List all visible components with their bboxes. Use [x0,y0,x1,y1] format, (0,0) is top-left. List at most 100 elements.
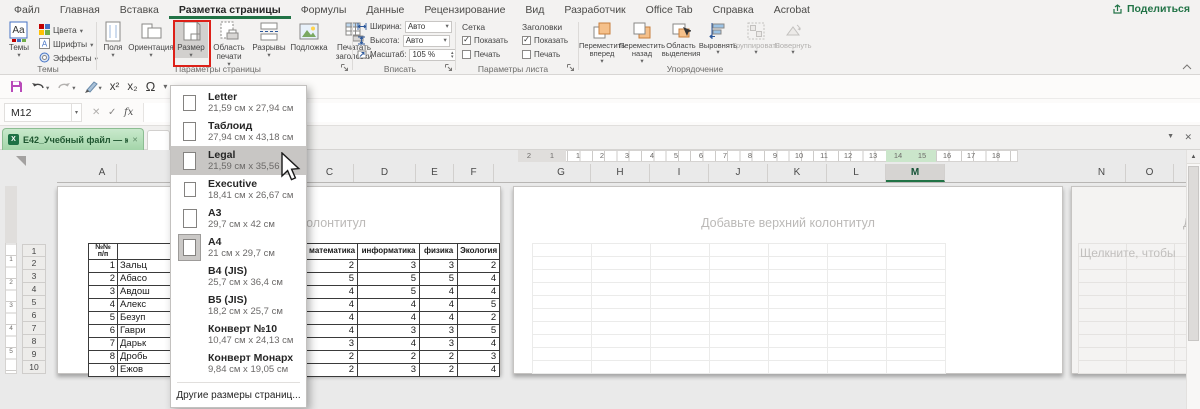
name-box[interactable]: M12 ▾ [4,103,82,122]
column-header[interactable]: C [306,164,354,182]
row-header[interactable]: 10 [22,361,46,374]
corner-header-cell[interactable]: №№п/п [89,244,118,260]
column-header[interactable]: D [354,164,416,182]
tab-formulas[interactable]: Формулы [291,0,357,19]
insert-function-button[interactable]: fx [124,103,133,122]
menu-item-letter[interactable]: Letter21,59 см x 27,94 см [171,88,306,117]
headings-view-checkbox[interactable] [522,36,531,45]
tab-home[interactable]: Главная [50,0,110,19]
empty-grid-page2[interactable] [532,243,946,374]
subject-header-cell[interactable]: Экология [458,244,500,260]
tab-review[interactable]: Рецензирование [414,0,515,19]
row-header[interactable]: 5 [22,296,46,309]
row-header[interactable]: 4 [22,283,46,296]
width-input[interactable]: Авто [405,21,452,33]
column-header[interactable]: G [532,164,591,182]
menu-item-envelope-monarch[interactable]: Конверт Монарх9,84 см x 19,05 см [171,349,306,378]
tab-help[interactable]: Справка [703,0,764,19]
menu-item-tabloid[interactable]: Таблоид27,94 см x 43,18 см [171,117,306,146]
row-header[interactable]: 9 [22,348,46,361]
superscript-button[interactable]: x² [110,81,120,93]
column-header[interactable]: A [88,164,117,182]
select-all-corner[interactable] [16,156,26,166]
margins-button[interactable]: Поля [98,20,128,58]
document-tab[interactable]: X Е42_Учебный файл — копия * [2,128,144,150]
dialog-launcher-icon[interactable] [340,63,349,72]
spinner-icon[interactable]: ▴▾ [451,51,454,59]
menu-item-a3[interactable]: A329,7 см x 42 см [171,204,306,233]
headings-print-checkbox[interactable] [522,50,531,59]
column-header[interactable]: H [591,164,650,182]
tab-office-tab[interactable]: Office Tab [636,0,703,19]
row-header[interactable]: 8 [22,335,46,348]
effects-button[interactable]: Эффекты [39,51,98,64]
close-tab-icon[interactable] [132,136,138,144]
breaks-button[interactable]: Разрывы [250,20,288,58]
close-document-icon[interactable] [1184,132,1192,143]
height-input[interactable]: Авто [403,35,450,47]
collapse-ribbon-icon[interactable] [1182,64,1192,70]
column-header-selected[interactable]: M [886,164,945,182]
column-header[interactable]: O [1126,164,1174,182]
new-tab-stub[interactable] [147,130,170,150]
tab-page-layout[interactable]: Разметка страницы [169,0,291,19]
print-area-button[interactable]: Область печати [208,20,250,67]
orientation-button[interactable]: Ориентация [128,20,174,58]
empty-grid-page3[interactable] [1078,243,1200,374]
header-placeholder-page2[interactable]: Добавьте верхний колонтитул [513,216,1063,230]
enter-button[interactable]: ✓ [108,103,116,122]
tab-list-dropdown-icon[interactable] [1167,133,1174,140]
dialog-launcher-icon[interactable] [444,63,453,72]
scrollbar-thumb[interactable] [1188,166,1199,341]
cancel-button[interactable]: ✕ [92,103,100,122]
align-button[interactable]: Выровнять [700,20,736,55]
row-header[interactable]: 6 [22,309,46,322]
row-header[interactable]: 1 [22,244,46,257]
subject-header-cell[interactable]: физика [420,244,458,260]
row-header[interactable]: 2 [22,257,46,270]
subscript-button[interactable]: x₂ [127,81,137,93]
more-paper-sizes-item[interactable]: Другие размеры страниц... [171,386,306,405]
bring-forward-button[interactable]: Переместить вперед [582,20,622,64]
undo-button[interactable] [31,81,49,93]
share-button[interactable]: Поделиться [1112,3,1190,15]
background-button[interactable]: Подложка [288,20,330,53]
fonts-button[interactable]: АШрифты [39,37,98,50]
row-header[interactable]: 7 [22,322,46,335]
scroll-up-icon[interactable]: ▲ [1187,150,1200,164]
column-header[interactable]: J [709,164,768,182]
dialog-launcher-icon[interactable] [566,63,575,72]
subject-header-cell[interactable]: математика [307,244,358,260]
tab-insert[interactable]: Вставка [110,0,169,19]
colors-button[interactable]: Цвета [39,23,98,36]
themes-button[interactable]: Aa Темы [3,20,35,58]
menu-item-a4-selected[interactable]: A421 см x 29,7 см [171,233,306,262]
tab-file[interactable]: Файл [4,0,50,19]
scale-input[interactable]: 105 %▴▾ [409,49,456,61]
customize-qat-button[interactable]: ▾ [163,82,167,91]
tab-data[interactable]: Данные [356,0,414,19]
tab-acrobat[interactable]: Acrobat [764,0,820,19]
column-header[interactable]: K [768,164,827,182]
column-header[interactable]: E [416,164,454,182]
subject-header-cell[interactable]: информатика [358,244,420,260]
row-header[interactable]: 3 [22,270,46,283]
tab-view[interactable]: Вид [515,0,554,19]
name-box-dropdown-icon[interactable]: ▾ [71,104,81,121]
send-backward-button[interactable]: Переместить назад [622,20,662,64]
menu-item-envelope-10[interactable]: Конверт №1010,47 см x 24,13 см [171,320,306,349]
format-brush-button[interactable] [84,80,102,93]
column-header[interactable]: N [1078,164,1126,182]
gridlines-view-checkbox[interactable] [462,36,471,45]
column-header[interactable]: F [454,164,494,182]
column-header[interactable]: I [650,164,709,182]
gridlines-print-checkbox[interactable] [462,50,471,59]
menu-item-b4[interactable]: B4 (JIS)25,7 см x 36,4 см [171,262,306,291]
menu-item-b5[interactable]: B5 (JIS)18,2 см x 25,7 см [171,291,306,320]
selection-pane-button[interactable]: Область выделения [662,20,700,59]
save-button[interactable] [10,80,23,93]
tab-developer[interactable]: Разработчик [554,0,635,19]
insert-symbol-button[interactable]: Ω [146,79,156,94]
click-to-add-placeholder[interactable]: Щелкните, чтобы [1080,246,1176,260]
column-header[interactable]: L [827,164,886,182]
